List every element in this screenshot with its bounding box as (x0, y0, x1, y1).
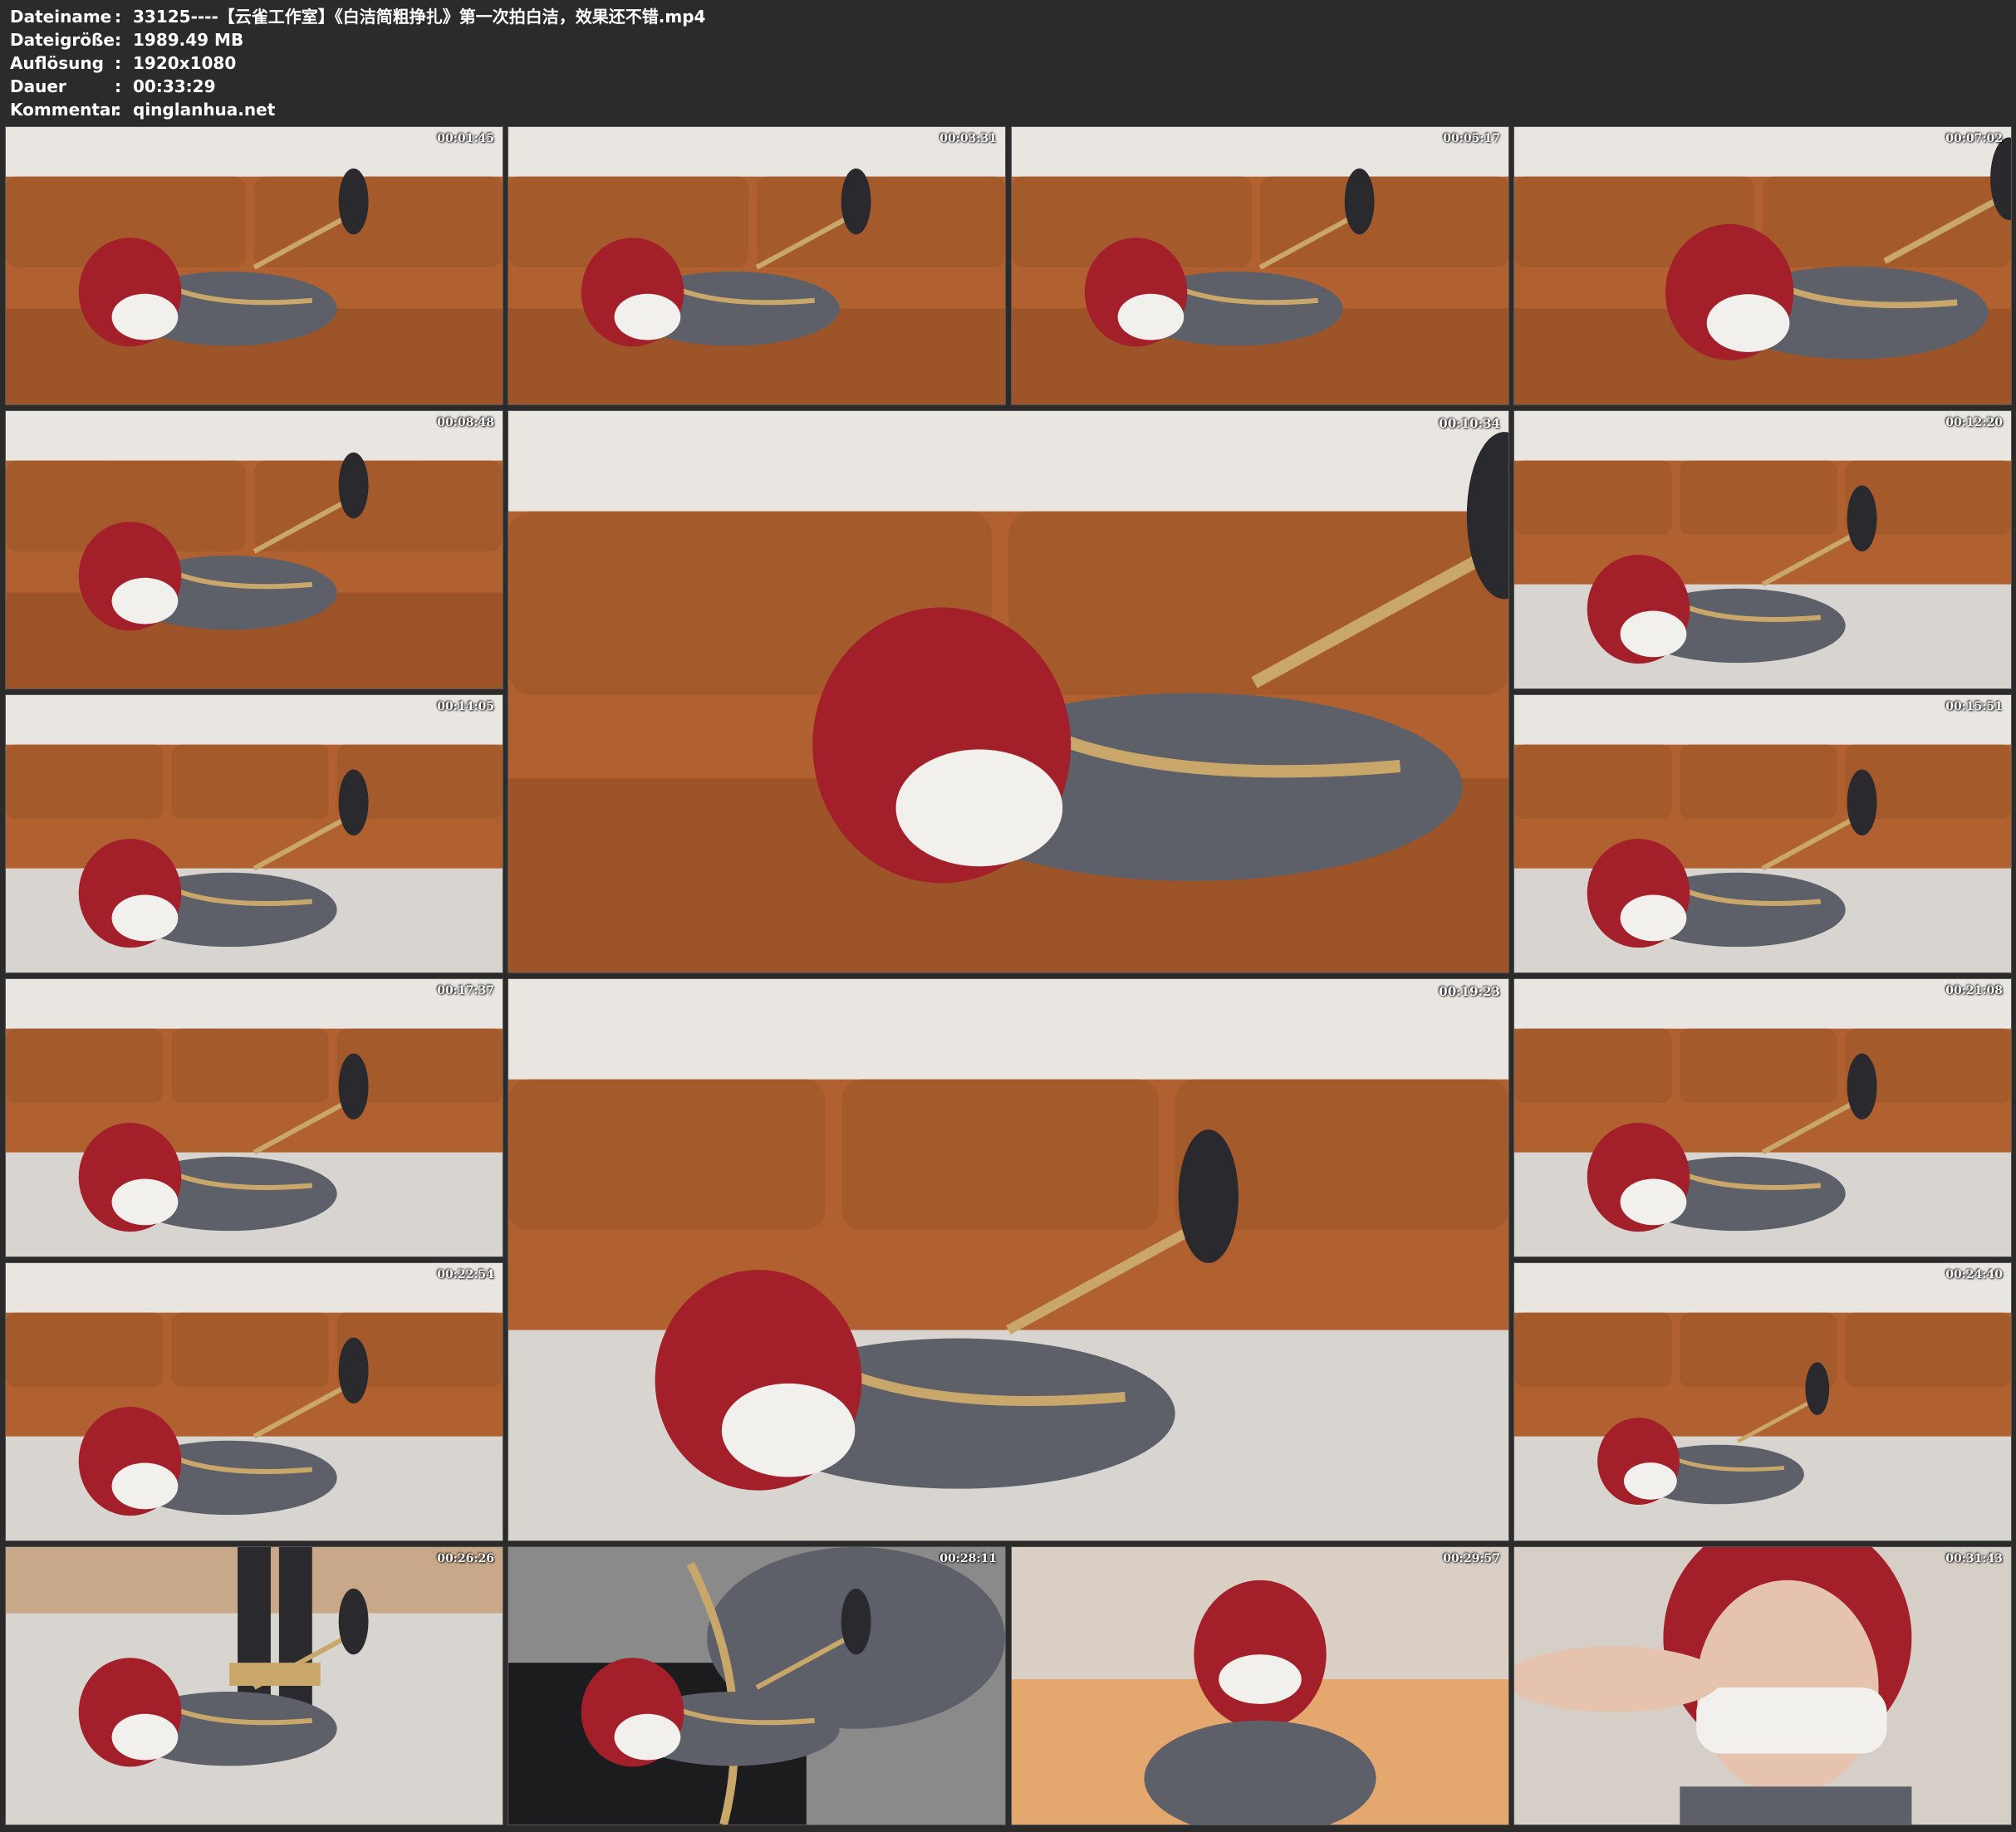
thumbnail-frame-image (1514, 1263, 2011, 1541)
thumbnail-timestamp: 00:19:23 (1439, 984, 1500, 999)
thumbnail-timestamp: 00:29:57 (1443, 1552, 1500, 1565)
thumbnail-frame-image (508, 411, 1508, 972)
video-thumbnail: 00:31:43 (1513, 1546, 2012, 1825)
thumbnail-timestamp: 00:26:26 (437, 1552, 494, 1565)
video-thumbnail: 00:03:31 (508, 126, 1006, 405)
thumbnail-timestamp: 00:31:43 (1945, 1552, 2003, 1565)
video-thumbnail: 00:28:11 (508, 1546, 1006, 1825)
thumbnail-timestamp: 00:14:05 (437, 700, 494, 713)
video-thumbnail: 00:22:54 (5, 1262, 503, 1541)
thumbnail-frame-image (1514, 1547, 2011, 1825)
thumbnail-frame-image (1514, 127, 2011, 404)
thumbnail-timestamp: 00:15:51 (1945, 700, 2003, 713)
video-thumbnail: 00:19:23 (508, 978, 1509, 1541)
thumbnail-timestamp: 00:07:02 (1945, 132, 2003, 145)
thumbnail-frame-image (6, 411, 503, 688)
thumbnail-timestamp: 00:17:37 (437, 984, 494, 997)
thumbnail-timestamp: 00:24:40 (1945, 1268, 2003, 1281)
video-thumbnail: 00:05:17 (1011, 126, 1509, 405)
video-thumbnail: 00:21:08 (1513, 978, 2012, 1257)
video-thumbnail: 00:24:40 (1513, 1262, 2012, 1541)
video-thumbnail: 00:26:26 (5, 1546, 503, 1825)
video-thumbnail: 00:10:34 (508, 410, 1509, 973)
thumbnail-frame-image (508, 127, 1005, 404)
thumbnail-frame-image (6, 1263, 503, 1541)
thumbnail-timestamp: 00:12:20 (1945, 416, 2003, 429)
thumbnail-frame-image (1514, 695, 2011, 972)
video-thumbnail: 00:07:02 (1513, 126, 2012, 405)
video-thumbnail: 00:15:51 (1513, 694, 2012, 973)
video-thumbnail: 00:17:37 (5, 978, 503, 1257)
thumbnail-timestamp: 00:21:08 (1945, 984, 2003, 997)
video-thumbnail: 00:29:57 (1011, 1546, 1509, 1825)
thumbnail-frame-image (6, 127, 503, 404)
thumbnail-frame-image (1514, 411, 2011, 688)
thumbnail-frame-image (6, 695, 503, 972)
video-thumbnail: 00:08:48 (5, 410, 503, 689)
thumbnail-frame-image (1012, 127, 1508, 404)
thumbnail-frame-image (508, 979, 1508, 1541)
video-thumbnail: 00:12:20 (1513, 410, 2012, 689)
thumbnail-timestamp: 00:10:34 (1439, 416, 1500, 431)
thumbnail-frame-image (508, 1547, 1005, 1825)
thumbnail-timestamp: 00:08:48 (437, 416, 494, 429)
thumbnail-timestamp: 00:05:17 (1443, 132, 1500, 145)
thumbnail-frame-image (1514, 979, 2011, 1256)
thumbnail-timestamp: 00:01:45 (437, 132, 494, 145)
thumbnail-timestamp: 00:03:31 (939, 132, 997, 145)
thumbnail-grid: 00:01:45 00:03:31 00:05:17 00:07:02 00:0… (0, 0, 2016, 1832)
thumbnail-frame-image (6, 1547, 503, 1825)
thumbnail-timestamp: 00:22:54 (437, 1268, 494, 1281)
thumbnail-frame-image (1012, 1547, 1508, 1825)
thumbnail-timestamp: 00:28:11 (939, 1552, 997, 1565)
video-thumbnail: 00:14:05 (5, 694, 503, 973)
thumbnail-frame-image (6, 979, 503, 1256)
video-thumbnail: 00:01:45 (5, 126, 503, 405)
